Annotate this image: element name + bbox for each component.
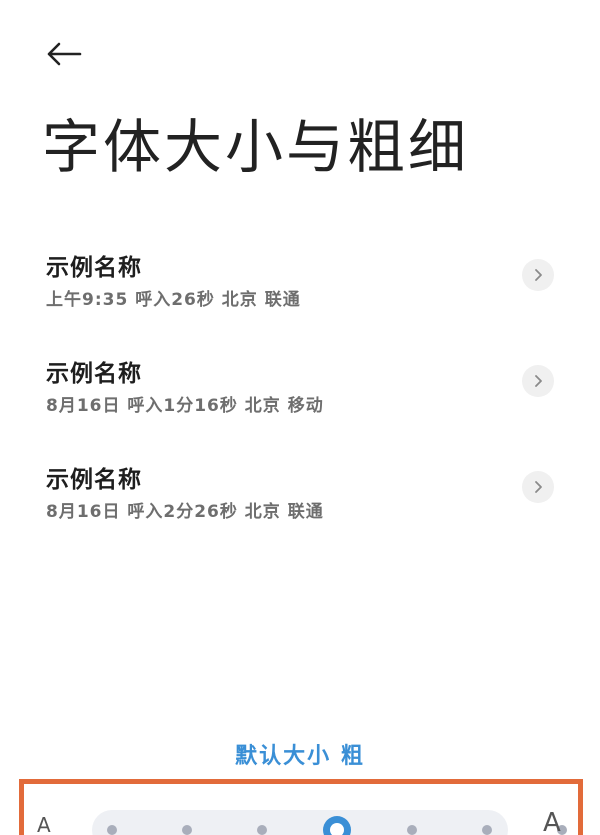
call-contact-name: 示例名称 [46, 255, 142, 281]
call-detail-button[interactable] [522, 471, 554, 503]
font-size-settings-page: 字体大小与粗细 示例名称 上午9:35 呼入26秒 北京 联通 示例名称 8月1… [0, 0, 600, 835]
slider-stop[interactable] [482, 825, 492, 835]
small-font-marker: A [37, 813, 51, 835]
large-font-marker: A [543, 808, 561, 835]
arrow-left-icon [47, 42, 82, 66]
call-contact-name: 示例名称 [46, 467, 142, 493]
font-size-label: 默认大小 粗 [235, 744, 365, 769]
chevron-right-icon [535, 481, 542, 493]
font-size-slider[interactable] [92, 810, 567, 835]
call-detail-text: 8月16日 呼入2分26秒 北京 联通 [46, 502, 324, 522]
slider-stop[interactable] [407, 825, 417, 835]
call-detail-button[interactable] [522, 259, 554, 291]
call-list-item[interactable]: 示例名称 8月16日 呼入2分26秒 北京 联通 [0, 452, 600, 558]
slider-stop[interactable] [107, 825, 117, 835]
call-detail-text: 8月16日 呼入1分16秒 北京 移动 [46, 396, 324, 416]
call-detail-button[interactable] [522, 365, 554, 397]
chevron-right-icon [535, 269, 542, 281]
slider-stop[interactable] [182, 825, 192, 835]
chevron-right-icon [535, 375, 542, 387]
back-button[interactable] [40, 34, 88, 74]
call-log-preview-list: 示例名称 上午9:35 呼入26秒 北京 联通 示例名称 8月16日 呼入1分1… [0, 240, 600, 558]
call-list-item[interactable]: 示例名称 上午9:35 呼入26秒 北京 联通 [0, 240, 600, 346]
call-contact-name: 示例名称 [46, 361, 142, 387]
page-title: 字体大小与粗细 [42, 113, 470, 181]
call-list-item[interactable]: 示例名称 8月16日 呼入1分16秒 北京 移动 [0, 346, 600, 452]
slider-thumb[interactable] [323, 816, 351, 835]
slider-stop[interactable] [257, 825, 267, 835]
call-detail-text: 上午9:35 呼入26秒 北京 联通 [46, 290, 301, 310]
